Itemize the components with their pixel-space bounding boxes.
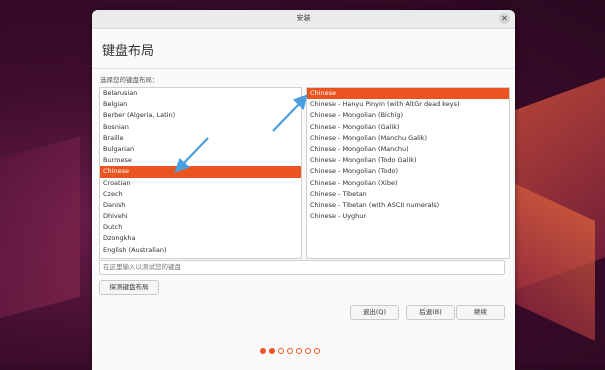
list-item[interactable]: Braille: [100, 133, 301, 144]
list-item[interactable]: Chinese - Mongolian (Manchu Galik): [307, 133, 509, 144]
detect-layout-button[interactable]: 探测键盘布局: [99, 280, 159, 295]
list-item[interactable]: Dutch: [100, 222, 301, 233]
list-item[interactable]: English (Australian): [100, 245, 301, 256]
list-item[interactable]: Dzongkha: [100, 233, 301, 244]
list-item[interactable]: Chinese - Tibetan (with ASCII numerals): [307, 200, 509, 211]
list-item[interactable]: Chinese - Hanyu Pinyin (with AltGr dead …: [307, 99, 509, 110]
progress-dot: [287, 348, 293, 354]
title-bar: 安装 ✕: [92, 10, 515, 29]
keyboard-test-input[interactable]: [99, 260, 505, 275]
progress-dot: [296, 348, 302, 354]
page-title: 键盘布局: [102, 44, 155, 59]
divider: [92, 68, 515, 69]
list-item[interactable]: Danish: [100, 200, 301, 211]
back-button[interactable]: 后退(B): [406, 305, 455, 320]
progress-dot: [278, 348, 284, 354]
list-item[interactable]: Chinese: [100, 166, 301, 178]
list-item[interactable]: Chinese - Mongolian (Manchu): [307, 144, 509, 155]
layout-variant-list[interactable]: Chinese Chinese - Hanyu Pinyin (with AltG…: [306, 87, 510, 259]
list-item[interactable]: Bulgarian: [100, 144, 301, 155]
progress-dots: [260, 348, 320, 354]
layout-language-list[interactable]: Belarusian Belgian Berber (Algeria, Latin)…: [99, 87, 302, 259]
progress-dot: [260, 348, 266, 354]
list-item[interactable]: Dhivehi: [100, 211, 301, 222]
list-item[interactable]: Burmese: [100, 155, 301, 166]
list-item[interactable]: Bosnian: [100, 122, 301, 133]
list-item[interactable]: Chinese - Mongolian (Bichig): [307, 110, 509, 121]
installer-window: 安装 ✕ 键盘布局 选择您的键盘布局： Belarusian Belgian Ber…: [92, 10, 515, 370]
progress-dot: [269, 348, 275, 354]
list-item[interactable]: Chinese - Mongolian (Xibe): [307, 178, 509, 189]
layout-prompt: 选择您的键盘布局：: [100, 76, 159, 84]
list-item[interactable]: Berber (Algeria, Latin): [100, 110, 301, 121]
list-item[interactable]: Chinese - Mongolian (Todo Galik): [307, 155, 509, 166]
window-title: 安装: [296, 14, 311, 22]
close-icon[interactable]: ✕: [499, 13, 510, 24]
list-item[interactable]: Chinese - Tibetan: [307, 189, 509, 200]
list-item[interactable]: Czech: [100, 189, 301, 200]
continue-button[interactable]: 继续: [456, 305, 505, 320]
list-item[interactable]: Chinese - Mongolian (Galik): [307, 122, 509, 133]
list-item[interactable]: Belarusian: [100, 88, 301, 99]
list-item[interactable]: Chinese - Uyghur: [307, 211, 509, 222]
progress-dot: [314, 348, 320, 354]
list-item[interactable]: Belgian: [100, 99, 301, 110]
list-item[interactable]: Croatian: [100, 178, 301, 189]
wallpaper-shape: [0, 136, 80, 324]
list-item[interactable]: Chinese: [307, 88, 509, 100]
progress-dot: [305, 348, 311, 354]
list-item[interactable]: Chinese - Mongolian (Todo): [307, 166, 509, 177]
quit-button[interactable]: 退出(Q): [350, 305, 399, 320]
